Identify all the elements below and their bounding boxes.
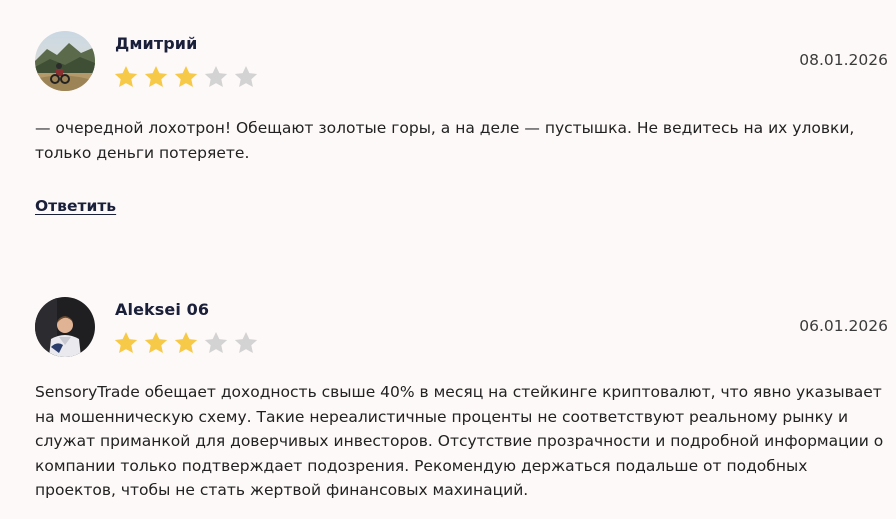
star-icon [204,331,228,353]
star-icon [174,65,198,87]
rating-stars [113,330,259,356]
review-author: Aleksei 06 [115,300,210,319]
review-date: 06.01.2026 [799,317,888,335]
star-icon [144,331,168,353]
star-icon [204,65,228,87]
avatar [35,31,95,91]
star-icon [144,65,168,87]
star-icon [114,331,138,353]
star-icon [234,331,258,353]
star-icon [174,331,198,353]
review-date: 08.01.2026 [799,51,888,69]
review-text: — очередной лохотрон! Обещают золотые го… [35,119,855,162]
reviews-list: Дмитрий 08.01.2026 — очередной лохотрон!… [0,0,896,519]
reply-link[interactable]: Ответить [35,197,116,215]
rating-stars [113,64,259,90]
star-icon [234,65,258,87]
review-text: SensoryTrade обещает доходность свыше 40… [35,383,884,499]
avatar [35,297,95,357]
review-author: Дмитрий [115,34,198,53]
star-icon [114,65,138,87]
